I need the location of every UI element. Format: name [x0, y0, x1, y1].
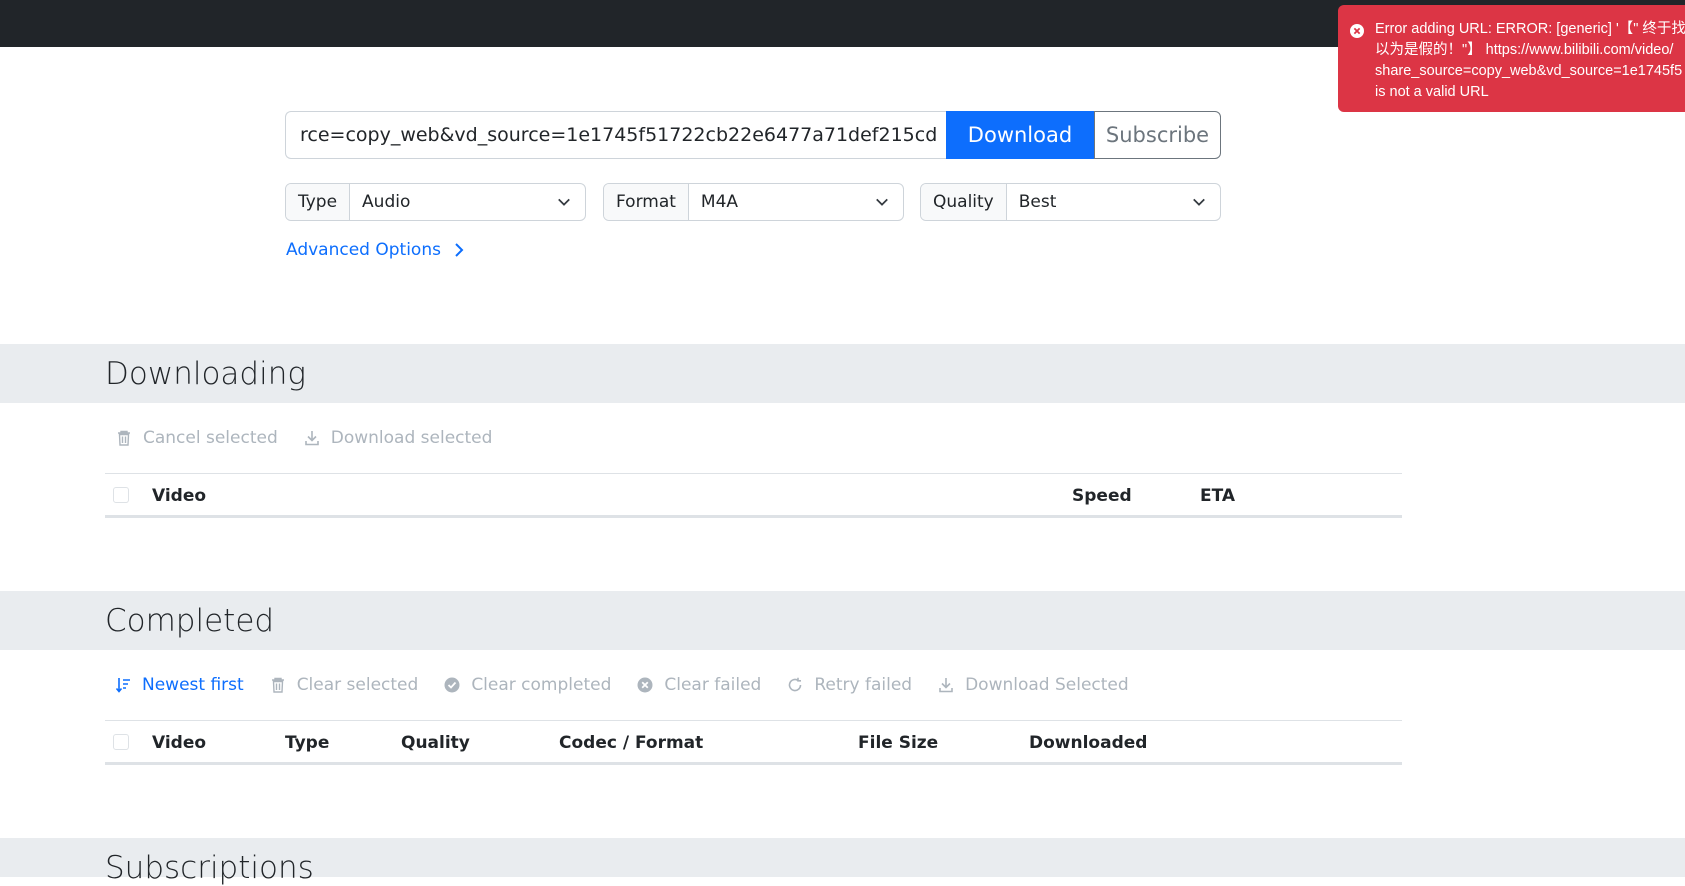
advanced-options-label: Advanced Options — [286, 240, 441, 260]
column-file-size: File Size — [858, 733, 939, 753]
type-select-group: Type Audio — [285, 183, 586, 221]
subscriptions-title: Subscriptions — [105, 850, 314, 886]
subscribe-button[interactable]: Subscribe — [1094, 111, 1221, 159]
chevron-right-icon — [455, 243, 464, 257]
chevron-down-icon — [558, 198, 570, 206]
downloading-section-header: Downloading — [0, 344, 1685, 403]
chevron-down-icon — [876, 198, 888, 206]
retry-failed-button[interactable]: Retry failed — [787, 675, 912, 695]
type-select-value: Audio — [362, 192, 411, 212]
format-select-group: Format M4A — [603, 183, 904, 221]
cancel-selected-button[interactable]: Cancel selected — [116, 428, 278, 448]
clear-selected-button[interactable]: Clear selected — [270, 675, 419, 695]
sort-icon — [115, 678, 130, 693]
url-input[interactable]: rce=copy_web&vd_source=1e1745f51722cb22e… — [285, 111, 946, 159]
chevron-down-icon — [1193, 198, 1205, 206]
clear-completed-label: Clear completed — [471, 675, 612, 695]
downloading-table-header: Video Speed ETA — [105, 473, 1402, 518]
check-circle-icon — [444, 677, 460, 693]
column-codec-format: Codec / Format — [559, 733, 704, 753]
type-label: Type — [286, 184, 351, 220]
trash-icon — [118, 430, 130, 446]
cancel-selected-label: Cancel selected — [143, 428, 278, 448]
downloading-toolbar: Cancel selected Download selected — [116, 428, 518, 448]
error-toast: Error adding URL: ERROR: [generic] '【" 终… — [1338, 5, 1685, 112]
quality-select[interactable]: Best — [1007, 184, 1220, 220]
quality-select-value: Best — [1018, 192, 1057, 212]
clear-failed-button[interactable]: Clear failed — [637, 675, 761, 695]
type-select[interactable]: Audio — [350, 184, 585, 220]
clear-failed-label: Clear failed — [664, 675, 762, 695]
x-circle-icon — [637, 677, 653, 693]
refresh-icon — [789, 677, 802, 692]
clear-completed-button[interactable]: Clear completed — [444, 675, 611, 695]
trash-icon — [271, 677, 284, 693]
download-icon — [939, 678, 953, 693]
newest-first-label: Newest first — [142, 675, 244, 695]
download-icon — [304, 431, 319, 446]
column-video: Video — [152, 486, 207, 506]
download-button[interactable]: Download — [946, 111, 1094, 159]
toast-message-line-3: share_source=copy_web&vd_source=1e1745f5 — [1375, 63, 1683, 79]
completed-table-header: Video Type Quality Codec / Format File S… — [105, 720, 1402, 765]
download-selected-completed-label: Download Selected — [965, 675, 1129, 695]
retry-failed-label: Retry failed — [814, 675, 913, 695]
completed-toolbar: Newest first Clear selected Clear comple… — [115, 675, 1155, 695]
select-all-checkbox[interactable] — [113, 734, 129, 750]
downloading-title: Downloading — [105, 356, 306, 392]
column-quality: Quality — [401, 733, 470, 753]
error-icon[interactable] — [1350, 24, 1364, 38]
download-selected-completed-button[interactable]: Download Selected — [938, 675, 1129, 695]
format-select-value: M4A — [700, 192, 739, 212]
column-eta: ETA — [1200, 486, 1236, 506]
quality-select-group: Quality Best — [920, 183, 1221, 221]
completed-section-header: Completed — [0, 591, 1685, 650]
column-video: Video — [152, 733, 207, 753]
completed-title: Completed — [105, 603, 275, 639]
column-type: Type — [285, 733, 330, 753]
download-selected-button[interactable]: Download selected — [304, 428, 493, 448]
toast-message-line-4: is not a valid URL — [1375, 84, 1489, 100]
newest-first-toggle[interactable]: Newest first — [115, 675, 244, 695]
column-downloaded: Downloaded — [1029, 733, 1148, 753]
advanced-options-toggle[interactable]: Advanced Options — [286, 240, 465, 260]
quality-label: Quality — [921, 184, 1007, 220]
clear-selected-label: Clear selected — [296, 675, 419, 695]
toast-message-line-2: 以为是假的！"】 https://www.bilibili.com/video/ — [1375, 42, 1674, 58]
format-select[interactable]: M4A — [689, 184, 903, 220]
column-speed: Speed — [1072, 486, 1132, 506]
subscriptions-section-header: Subscriptions — [0, 838, 1685, 886]
select-all-checkbox[interactable] — [113, 487, 129, 503]
url-input-group: rce=copy_web&vd_source=1e1745f51722cb22e… — [285, 111, 1221, 159]
toast-message-line-1: Error adding URL: ERROR: [generic] '【" 终… — [1375, 21, 1685, 37]
download-selected-label: Download selected — [330, 428, 493, 448]
format-label: Format — [604, 184, 689, 220]
